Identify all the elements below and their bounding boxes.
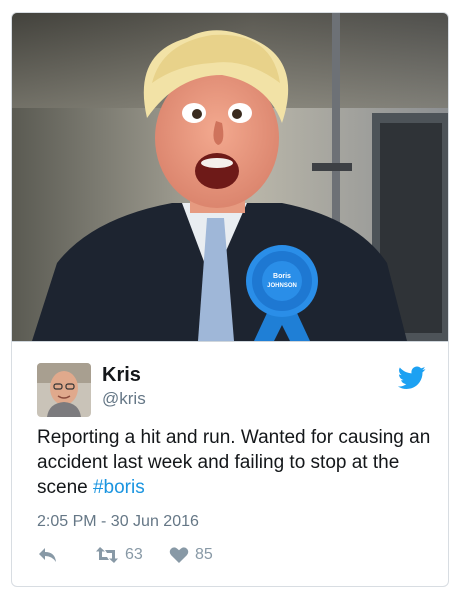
rosette-line2: JOHNSON [267,283,297,289]
reply-icon [39,548,56,562]
user-handle[interactable]: @kris [102,389,146,409]
photo-illustration: Boris JOHNSON [12,13,448,341]
tweet-text: Reporting a hit and run. Wanted for caus… [37,425,432,500]
avatar-image [37,363,91,417]
like-count: 85 [195,546,213,563]
hashtag-link[interactable]: #boris [93,477,145,498]
tweet-photo[interactable]: Boris JOHNSON [12,13,448,342]
rosette-line1: Boris [273,273,291,280]
retweet-count: 63 [125,546,143,563]
heart-icon [169,547,189,563]
retweet-button[interactable]: 63 [95,546,143,564]
reply-button[interactable] [37,546,59,564]
tweet-actions: 63 85 [37,546,417,568]
tweet-timestamp[interactable]: 2:05 PM - 30 Jun 2016 [37,513,199,531]
user-name[interactable]: Kris [102,364,141,387]
avatar[interactable] [37,363,91,417]
like-button[interactable]: 85 [169,546,213,564]
twitter-bird-icon[interactable] [397,366,426,390]
retweet-icon [96,547,118,563]
tweet-card: Boris JOHNSON Kris @kris Reporting a hit… [11,12,449,587]
